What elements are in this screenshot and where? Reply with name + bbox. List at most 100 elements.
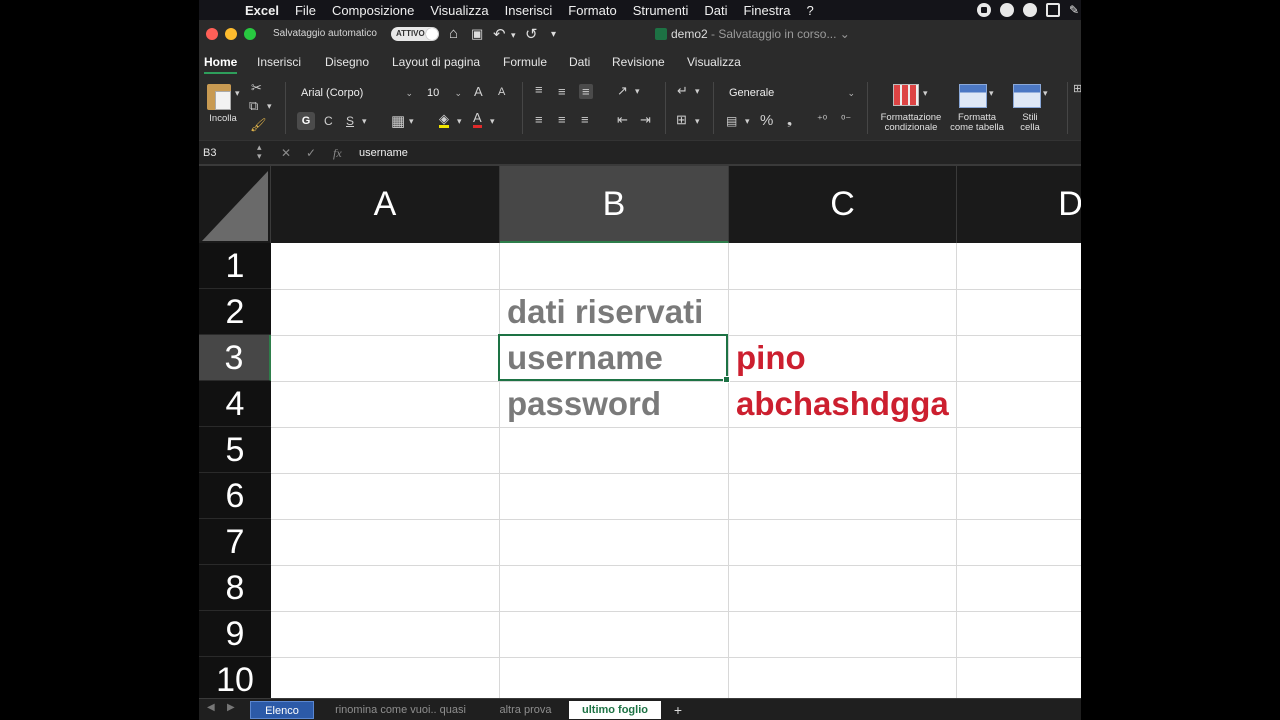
select-all-corner[interactable]: [199, 166, 271, 243]
column-header-d[interactable]: D: [957, 166, 1081, 243]
menu-dati[interactable]: Dati: [696, 3, 735, 18]
record-stop-icon[interactable]: [976, 3, 991, 17]
menu-help[interactable]: ?: [798, 3, 821, 18]
fill-color-icon[interactable]: ◈: [439, 112, 449, 128]
cell-styles-icon[interactable]: [1013, 84, 1041, 108]
orientation-icon[interactable]: ↗: [617, 83, 628, 99]
row-header-2[interactable]: 2: [199, 289, 271, 335]
sheet-tab-elenco[interactable]: Elenco: [250, 701, 314, 719]
function-icon[interactable]: fx: [333, 146, 342, 161]
menu-finestra[interactable]: Finestra: [735, 3, 798, 18]
column-header-a[interactable]: A: [271, 166, 500, 243]
bold-button[interactable]: G: [297, 112, 315, 130]
undo-dropdown-icon[interactable]: ▾: [511, 30, 516, 41]
wrap-dropdown-icon[interactable]: ▾: [695, 86, 700, 97]
currency-icon[interactable]: ▤: [726, 114, 737, 128]
borders-dropdown-icon[interactable]: ▾: [409, 116, 414, 127]
sheet-tab-ultimo-foglio[interactable]: ultimo foglio: [569, 701, 661, 719]
copy-icon[interactable]: ⧉: [249, 98, 258, 114]
currency-dropdown-icon[interactable]: ▾: [745, 116, 750, 127]
conditional-format-icon[interactable]: [893, 84, 919, 106]
font-color-dropdown-icon[interactable]: ▾: [490, 116, 495, 127]
font-name-select[interactable]: Arial (Corpo) ⌄: [296, 84, 417, 102]
paste-dropdown-icon[interactable]: ▾: [235, 88, 240, 99]
font-size-select[interactable]: 10 ⌄: [422, 84, 466, 102]
row-header-3[interactable]: 3: [199, 335, 271, 381]
insert-cells-icon[interactable]: ⊞: [1073, 82, 1081, 95]
minus-circle-icon[interactable]: [999, 3, 1014, 17]
menu-inserisci[interactable]: Inserisci: [497, 3, 561, 18]
scribble-icon[interactable]: ✎: [1069, 3, 1079, 17]
format-as-table-icon[interactable]: [959, 84, 987, 108]
format-painter-icon[interactable]: 🖌: [250, 117, 267, 133]
menu-app-excel[interactable]: Excel: [237, 3, 287, 18]
menu-formato[interactable]: Formato: [560, 3, 624, 18]
merge-dropdown-icon[interactable]: ▾: [695, 116, 700, 127]
align-right-icon[interactable]: ≡: [581, 112, 589, 127]
name-box[interactable]: B3: [203, 147, 216, 159]
wrap-text-icon[interactable]: ↵: [677, 83, 688, 99]
tab-dati[interactable]: Dati: [569, 55, 590, 69]
comma-style-icon[interactable]: ❟: [787, 112, 792, 128]
tab-visualizza[interactable]: Visualizza: [687, 55, 741, 69]
close-window-button[interactable]: [206, 28, 218, 40]
next-sheet-icon[interactable]: ▶: [227, 702, 235, 713]
borders-icon[interactable]: ▦: [391, 112, 405, 130]
save-icon[interactable]: ▣: [471, 26, 483, 42]
fill-color-dropdown-icon[interactable]: ▾: [457, 116, 462, 127]
increase-font-icon[interactable]: A: [474, 84, 483, 99]
customize-toolbar-icon[interactable]: ▾: [551, 29, 556, 40]
minimize-window-button[interactable]: [225, 28, 237, 40]
font-color-icon[interactable]: A: [473, 111, 482, 128]
row-header-9[interactable]: 9: [199, 611, 271, 657]
increase-indent-icon[interactable]: ⇥: [640, 112, 651, 128]
column-header-c[interactable]: C: [729, 166, 957, 243]
chevron-down-icon[interactable]: ⌄: [836, 27, 850, 41]
menu-composizione[interactable]: Composizione: [324, 3, 422, 18]
increase-decimal-icon[interactable]: ⁺⁰: [817, 113, 827, 126]
row-header-4[interactable]: 4: [199, 381, 271, 427]
confirm-icon[interactable]: ✓: [306, 146, 316, 160]
zoom-window-button[interactable]: [244, 28, 256, 40]
prev-sheet-icon[interactable]: ◀: [207, 702, 215, 713]
italic-button[interactable]: C: [324, 114, 333, 128]
menu-file[interactable]: File: [287, 3, 324, 18]
autosave-toggle[interactable]: ATTIVO: [391, 27, 439, 41]
paste-icon[interactable]: [207, 84, 231, 110]
column-header-b[interactable]: B: [500, 166, 729, 243]
menu-strumenti[interactable]: Strumenti: [625, 3, 697, 18]
redo-icon[interactable]: ↺: [525, 25, 538, 43]
tab-revisione[interactable]: Revisione: [612, 55, 665, 69]
decrease-decimal-icon[interactable]: ⁰⁻: [841, 113, 851, 126]
formula-input[interactable]: username: [359, 147, 408, 159]
align-left-icon[interactable]: ≡: [535, 112, 543, 127]
tab-formule[interactable]: Formule: [503, 55, 547, 69]
tab-inserisci[interactable]: Inserisci: [257, 55, 301, 69]
sheet-tab-altra-prova[interactable]: altra prova: [486, 701, 565, 719]
number-format-select[interactable]: Generale ⌄: [724, 84, 859, 102]
row-header-5[interactable]: 5: [199, 427, 271, 473]
cell-styles-label[interactable]: Stili cella: [1013, 113, 1047, 133]
decrease-font-icon[interactable]: A: [498, 86, 505, 98]
row-header-10[interactable]: 10: [199, 657, 271, 698]
row-header-8[interactable]: 8: [199, 565, 271, 611]
orientation-dropdown-icon[interactable]: ▾: [635, 86, 640, 97]
name-box-stepper-icon[interactable]: ▴ ▾: [257, 143, 262, 161]
tab-disegno[interactable]: Disegno: [325, 55, 369, 69]
chevron-down-icon[interactable]: ▾: [1043, 88, 1048, 99]
row-header-1[interactable]: 1: [199, 243, 271, 289]
decrease-indent-icon[interactable]: ⇤: [617, 112, 628, 128]
cell-c4[interactable]: abchashdgga: [729, 381, 989, 427]
sheet-tab-rinomina[interactable]: rinomina come vuoi.. quasi: [319, 701, 482, 719]
align-middle-icon[interactable]: ≡: [558, 84, 566, 99]
m-circle-icon[interactable]: [1022, 3, 1037, 17]
tab-home[interactable]: Home: [204, 55, 238, 74]
row-header-6[interactable]: 6: [199, 473, 271, 519]
cell-b2[interactable]: dati riservati: [500, 289, 729, 335]
cut-icon[interactable]: ✂: [251, 80, 262, 96]
chevron-down-icon[interactable]: ▾: [923, 88, 928, 99]
add-sheet-button[interactable]: +: [665, 701, 691, 719]
underline-dropdown-icon[interactable]: ▾: [362, 116, 367, 127]
row-header-7[interactable]: 7: [199, 519, 271, 565]
paste-label[interactable]: Incolla: [207, 114, 239, 124]
